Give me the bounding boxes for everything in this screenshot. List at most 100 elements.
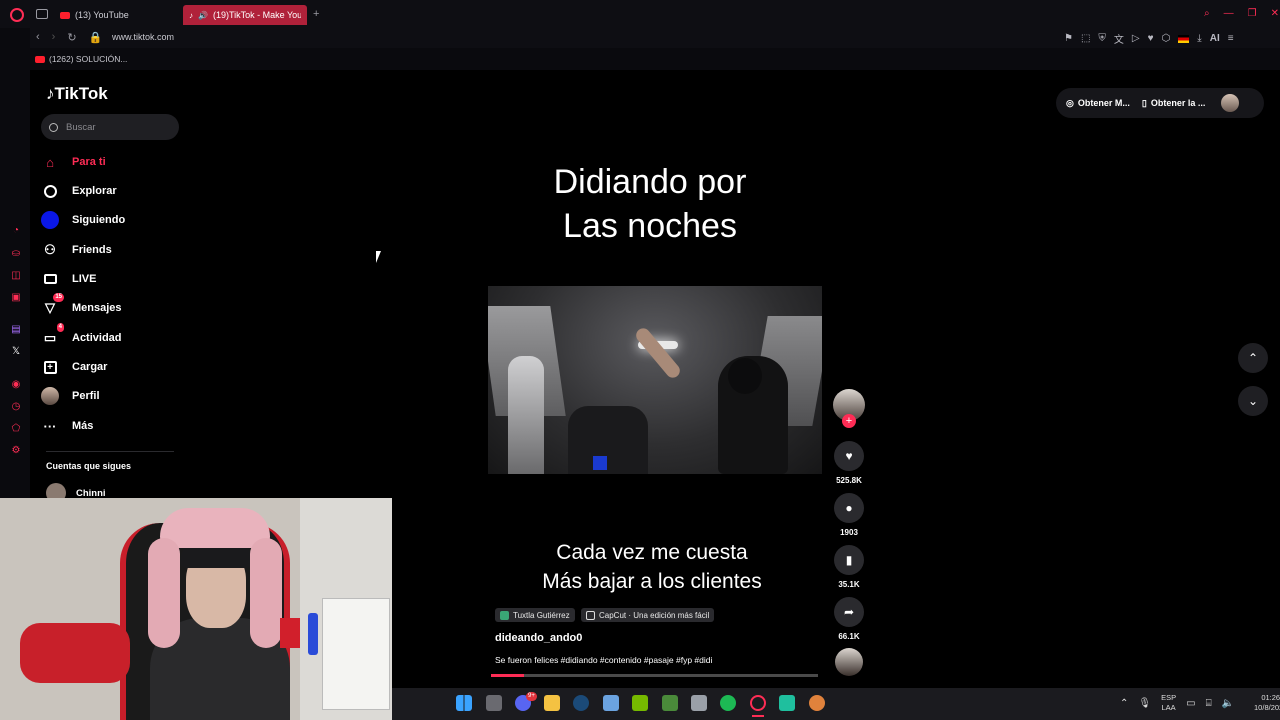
user-avatar[interactable] bbox=[1221, 94, 1240, 112]
friends-icon: ⚇ bbox=[44, 242, 56, 257]
extra-app-icon[interactable] bbox=[809, 695, 825, 711]
play-icon[interactable]: ▷ bbox=[1132, 33, 1140, 44]
opera-gx-icon[interactable] bbox=[750, 695, 766, 711]
tray-expand-icon[interactable]: ⌃ bbox=[1120, 698, 1128, 709]
new-tab-button[interactable]: + bbox=[313, 8, 319, 20]
toolbar-icons: ⚑ ⬚ ⛨ 文 ▷ ♥ ⬡ ⤓ AI ≡ bbox=[1056, 31, 1234, 46]
volume-icon[interactable]: 🔈 bbox=[1222, 698, 1234, 709]
get-mobile-app-button[interactable]: ▯ Obtener la ... bbox=[1142, 98, 1205, 109]
opera-logo-icon[interactable] bbox=[10, 8, 24, 22]
location-icon bbox=[500, 610, 509, 620]
speaker-icon[interactable]: 🔊 bbox=[198, 11, 208, 20]
minecraft-icon[interactable] bbox=[662, 695, 678, 711]
player-icon[interactable]: ◉ bbox=[10, 379, 22, 391]
windows-start-icon[interactable] bbox=[456, 695, 472, 711]
sidebar-divider bbox=[46, 451, 174, 452]
clock[interactable]: 01:26 10/8/2026 bbox=[1254, 693, 1280, 713]
clock-date: 10/8/2026 bbox=[1254, 703, 1280, 712]
like-button[interactable]: ♥ bbox=[834, 441, 864, 471]
shield-icon[interactable]: ⛨ bbox=[1098, 33, 1106, 44]
tab-tiktok[interactable]: ♪ 🔊 (19)TikTok - Make Your bbox=[183, 5, 307, 25]
messages-icon: ▽ 15 bbox=[45, 293, 64, 315]
menu-icon[interactable]: ≡ bbox=[1228, 33, 1234, 44]
steam-icon[interactable] bbox=[573, 695, 589, 711]
nav-item-perfil[interactable]: Perfil bbox=[40, 383, 180, 409]
snapshot-icon[interactable]: ⬚ bbox=[1081, 33, 1090, 44]
nav-item-para-ti[interactable]: ⌂ Para ti bbox=[40, 149, 180, 175]
capcut-tag[interactable]: CapCut · Una edición más fácil bbox=[581, 608, 715, 622]
monitor-app-icon[interactable] bbox=[691, 695, 707, 711]
aria-icon[interactable]: ◔ bbox=[10, 225, 22, 237]
spotify-icon[interactable] bbox=[720, 695, 736, 711]
activity-icon: ▭ 4 bbox=[43, 323, 64, 345]
pinboard-icon[interactable]: ⬠ bbox=[10, 423, 22, 435]
url-field[interactable]: www.tiktok.com bbox=[112, 32, 174, 42]
next-video-button[interactable]: ⌄ bbox=[1238, 386, 1268, 416]
follow-plus-button[interactable]: + bbox=[842, 414, 856, 428]
comment-button[interactable]: ● bbox=[834, 493, 864, 523]
search-input[interactable] bbox=[64, 120, 168, 134]
tab-youtube[interactable]: (13) YouTube bbox=[54, 5, 180, 25]
download-icon[interactable]: ⤓ bbox=[1197, 33, 1201, 44]
bookmark-icon[interactable]: ⚑ bbox=[1064, 33, 1073, 44]
audio-app-icon[interactable] bbox=[779, 695, 795, 711]
file-explorer-icon[interactable] bbox=[544, 695, 560, 711]
nav-item-mas[interactable]: ··· Más bbox=[40, 413, 180, 439]
sound-avatar[interactable] bbox=[835, 648, 863, 676]
top-right-actions: ◎ Obtener M... ▯ Obtener la ... bbox=[1056, 88, 1264, 118]
notepad-icon[interactable] bbox=[603, 695, 619, 711]
minimize-button[interactable]: — bbox=[1224, 8, 1234, 19]
nav-item-live[interactable]: LIVE bbox=[40, 266, 180, 292]
tab-overview-icon[interactable] bbox=[36, 9, 48, 19]
search-tabs-icon[interactable]: ⌕ bbox=[1204, 8, 1210, 19]
chevron-up-icon: ⌃ bbox=[1247, 351, 1259, 365]
nav-item-cargar[interactable]: + Cargar bbox=[40, 354, 180, 380]
nav-item-explorar[interactable]: Explorar bbox=[40, 178, 180, 204]
instagram-icon[interactable]: ◫ bbox=[10, 270, 22, 282]
translate-icon[interactable]: 文 bbox=[1114, 31, 1124, 46]
save-button[interactable]: ▮ bbox=[834, 545, 864, 575]
back-icon[interactable]: ‹ bbox=[36, 31, 40, 44]
video-author[interactable]: dideando_ando0 bbox=[495, 632, 582, 644]
close-button[interactable]: ✕ bbox=[1271, 8, 1279, 19]
search-bar[interactable] bbox=[41, 114, 179, 140]
nvidia-icon[interactable] bbox=[632, 695, 648, 711]
reload-icon[interactable]: ↻ bbox=[67, 31, 76, 44]
flag-icon[interactable] bbox=[1178, 34, 1190, 43]
history-icon[interactable]: ◷ bbox=[10, 401, 22, 413]
red-pillow bbox=[20, 623, 130, 683]
x-icon[interactable]: 𝕏 bbox=[10, 346, 22, 358]
tiktok-logo[interactable]: ♪TikTok bbox=[46, 84, 108, 104]
share-button[interactable]: ➦ bbox=[834, 597, 864, 627]
nav-item-mensajes[interactable]: ▽ 15 Mensajes bbox=[40, 293, 180, 321]
nav-label: Cargar bbox=[72, 361, 108, 373]
forward-icon[interactable]: › bbox=[52, 31, 56, 44]
task-view-icon[interactable] bbox=[486, 695, 502, 711]
heart-icon[interactable]: ♥ bbox=[1148, 33, 1154, 44]
ai-button[interactable]: AI bbox=[1210, 33, 1220, 44]
video-progress-bar[interactable] bbox=[491, 674, 818, 677]
get-app-button[interactable]: ◎ Obtener M... bbox=[1066, 98, 1130, 109]
nav-item-friends[interactable]: ⚇ Friends bbox=[40, 237, 180, 263]
nav-item-actividad[interactable]: ▭ 4 Actividad bbox=[40, 323, 180, 351]
nav-item-siguiendo[interactable]: Siguiendo bbox=[40, 207, 180, 233]
crypto-wallet-icon[interactable]: ⛀ bbox=[10, 248, 22, 260]
comment-count: 1903 bbox=[840, 528, 858, 537]
logo-text: TikTok bbox=[54, 84, 108, 103]
messages-badge: 15 bbox=[53, 293, 64, 302]
restore-button[interactable]: ❐ bbox=[1248, 8, 1257, 19]
bookmark-item[interactable]: (1262) SOLUCIÓN... bbox=[35, 54, 127, 64]
location-tag[interactable]: Tuxtla Gutiérrez bbox=[495, 608, 575, 622]
microphone-icon[interactable]: 🎙 bbox=[1138, 698, 1151, 709]
settings-icon[interactable]: ⚙ bbox=[10, 445, 22, 457]
language-indicator[interactable]: ESP LAA bbox=[1161, 693, 1176, 713]
previous-video-button[interactable]: ⌃ bbox=[1238, 343, 1268, 373]
live-icon bbox=[40, 269, 60, 289]
progress-fill bbox=[491, 674, 524, 677]
video-frame[interactable] bbox=[488, 286, 822, 474]
display-icon[interactable]: ▭ bbox=[1186, 698, 1195, 709]
network-icon[interactable]: ⌸ bbox=[1206, 698, 1212, 709]
messenger-icon[interactable]: ▣ bbox=[10, 292, 22, 304]
extension-icon[interactable]: ⬡ bbox=[1162, 33, 1171, 44]
twitch-icon[interactable]: ▤ bbox=[10, 324, 22, 336]
